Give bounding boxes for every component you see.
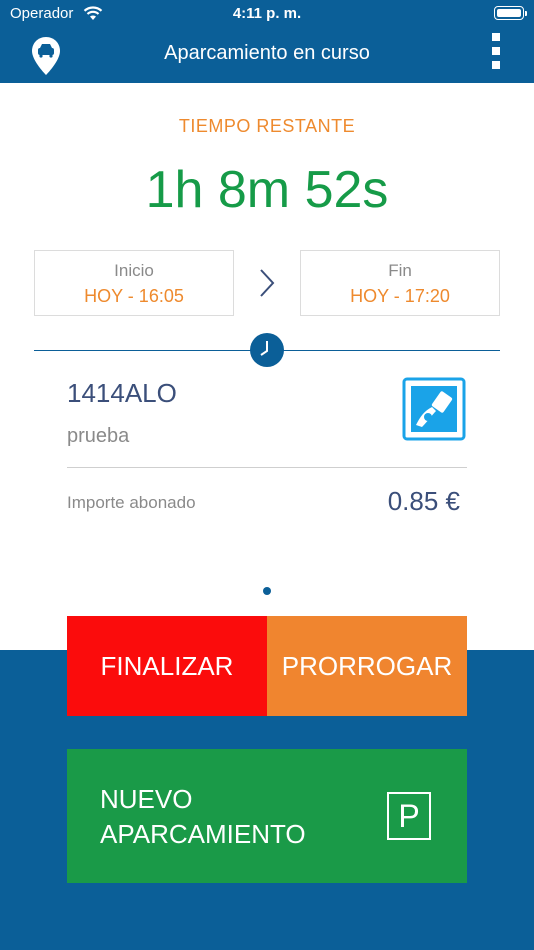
start-label: Inicio (114, 261, 154, 280)
finish-button[interactable]: FINALIZAR (67, 616, 267, 716)
end-time-box: Fin HOY - 17:20 (300, 250, 500, 316)
new-parking-button[interactable]: NUEVO APARCAMIENTO P (67, 749, 467, 883)
new-parking-line2: APARCAMIENTO (100, 819, 306, 849)
top-bar: Operador 4:11 p. m. Aparcamiento en curs… (0, 0, 534, 83)
separator (67, 467, 467, 468)
more-menu-icon[interactable] (492, 33, 502, 77)
chevron-right-icon (260, 269, 275, 297)
new-parking-line1: NUEVO (100, 784, 193, 814)
new-parking-label: NUEVO APARCAMIENTO (100, 782, 306, 852)
page-indicator-dot (263, 587, 271, 595)
end-value: HOY - 17:20 (350, 286, 450, 306)
vehicle-description: prueba (67, 425, 130, 447)
status-bar: Operador 4:11 p. m. (0, 0, 534, 28)
extend-button[interactable]: PRORROGAR (267, 616, 467, 716)
battery-icon (494, 6, 527, 20)
status-time: 4:11 p. m. (232, 5, 302, 22)
start-value: HOY - 16:05 (84, 286, 184, 306)
amount-paid-value: 0.85 € (387, 486, 460, 516)
parking-icon: P (387, 792, 431, 840)
remaining-time-label: TIEMPO RESTANTE (178, 116, 356, 136)
end-label: Fin (388, 261, 412, 280)
remaining-time-value: 1h 8m 52s (145, 161, 389, 219)
vehicle-plate: 1414ALO (67, 378, 177, 408)
payment-card-icon (402, 377, 466, 441)
page-title: Aparcamiento en curso (164, 42, 370, 64)
start-time-box: Inicio HOY - 16:05 (34, 250, 234, 316)
parking-symbol: P (398, 798, 420, 834)
clock-icon (250, 333, 284, 367)
amount-paid-label: Importe abonado (67, 493, 196, 512)
